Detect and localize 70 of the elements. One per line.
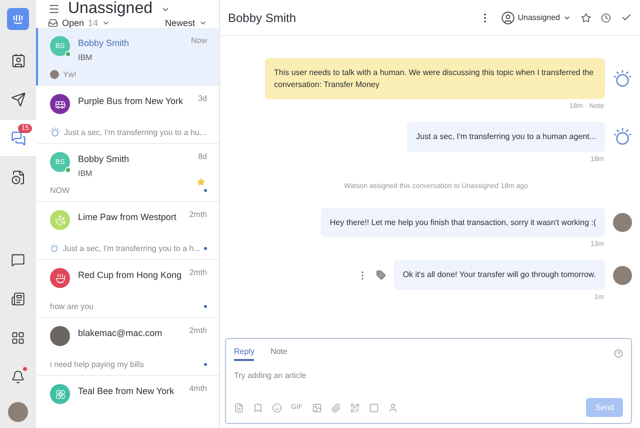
- square-icon[interactable]: [368, 402, 379, 412]
- contact-name: Teal Bee from New York: [78, 386, 176, 396]
- tag-icon[interactable]: [376, 270, 386, 280]
- time-label: 8d: [198, 152, 207, 161]
- message-preview: Just a sec, I'm transferring you to a hu...: [64, 128, 206, 136]
- message-bubble: Just a sec, I'm transferring you to a human agent...: [407, 122, 605, 152]
- watson-logo-icon: [50, 127, 60, 137]
- contact-name: Purple Bus from New York: [78, 96, 184, 106]
- apps-grid-icon: [11, 331, 25, 345]
- time-label: 2mth: [189, 210, 207, 219]
- sort-label[interactable]: Newest: [164, 18, 195, 28]
- inbox-title[interactable]: Unassigned: [68, 0, 152, 18]
- menu-icon[interactable]: [48, 3, 60, 15]
- agent-avatar: [613, 213, 632, 232]
- caret-icon[interactable]: [102, 19, 110, 27]
- help-icon[interactable]: [614, 349, 623, 358]
- message-preview: Yw!: [63, 70, 76, 79]
- contact-name: Red Cup from Hong Kong: [78, 270, 182, 280]
- image-icon[interactable]: [312, 402, 322, 412]
- time-label: 3d: [198, 94, 207, 103]
- message-preview: how are you: [50, 302, 94, 311]
- watson-logo-icon: [613, 127, 632, 146]
- message-bubble: Ok it's all done! Your transfer will go through tomorrow.: [394, 260, 605, 290]
- time-label: 2mth: [189, 326, 207, 335]
- watson-logo-icon: [613, 69, 632, 88]
- filter-count: 14: [88, 18, 98, 28]
- paper-plane-icon: [10, 92, 26, 106]
- message-preview: NOW: [50, 186, 70, 195]
- time-label: 2mth: [189, 268, 207, 277]
- bus-icon: [54, 98, 66, 110]
- contact-card-icon: [10, 52, 26, 68]
- contact-name: Bobby Smith: [78, 38, 130, 48]
- company-name: IBM: [78, 169, 94, 178]
- person-avatar-icon: [50, 70, 59, 79]
- time-label: Now: [190, 36, 207, 45]
- company-name: IBM: [78, 53, 94, 62]
- composer-tab[interactable]: Note: [270, 347, 288, 361]
- clock-icon[interactable]: [601, 12, 611, 22]
- contact-name: Lime Paw from Westport: [78, 212, 178, 222]
- bookmark-icon[interactable]: [253, 402, 263, 412]
- assignee-dropdown[interactable]: Unassigned: [500, 10, 571, 24]
- composer-tab[interactable]: Reply: [234, 347, 254, 361]
- person-icon[interactable]: [388, 402, 398, 412]
- document-icon[interactable]: [234, 402, 244, 412]
- watson-logo-icon: [50, 243, 59, 253]
- app-logo-icon[interactable]: [7, 8, 29, 30]
- user-avatar[interactable]: [8, 402, 28, 422]
- bell-icon: [11, 370, 25, 384]
- document-clock-icon: [10, 170, 26, 184]
- note-bubble: This user needs to talk with a human. We were discussing this topic when I transferred the conversation: Transfer Money: [265, 58, 605, 100]
- check-icon[interactable]: [621, 12, 632, 23]
- caret-icon[interactable]: [199, 19, 207, 27]
- paperclip-icon[interactable]: [330, 402, 341, 412]
- time-label: 4mth: [189, 384, 207, 393]
- message-preview: i need help paying my bills: [50, 360, 144, 369]
- chat-bubbles-icon: [10, 130, 26, 146]
- agent-avatar: [613, 266, 632, 285]
- inbox-icon: [48, 18, 58, 28]
- user-circle-icon: [500, 10, 515, 24]
- contact-name: blakemac@mac.com: [78, 328, 164, 338]
- emoji-icon[interactable]: [272, 402, 282, 412]
- paw-icon: [54, 214, 66, 226]
- message-bubble: Hey there!! Let me help you finish that transaction, sorry it wasn't working :(: [320, 208, 605, 238]
- article-icon: [11, 292, 25, 306]
- message-preview: Just a sec, I'm transferring you to a h...: [62, 244, 200, 252]
- star-icon[interactable]: [581, 12, 591, 22]
- message-icon: [11, 253, 25, 267]
- contact-name: Bobby Smith: [78, 154, 130, 164]
- conversation-title: Bobby Smith: [228, 10, 296, 24]
- filter-label[interactable]: Open: [62, 18, 84, 28]
